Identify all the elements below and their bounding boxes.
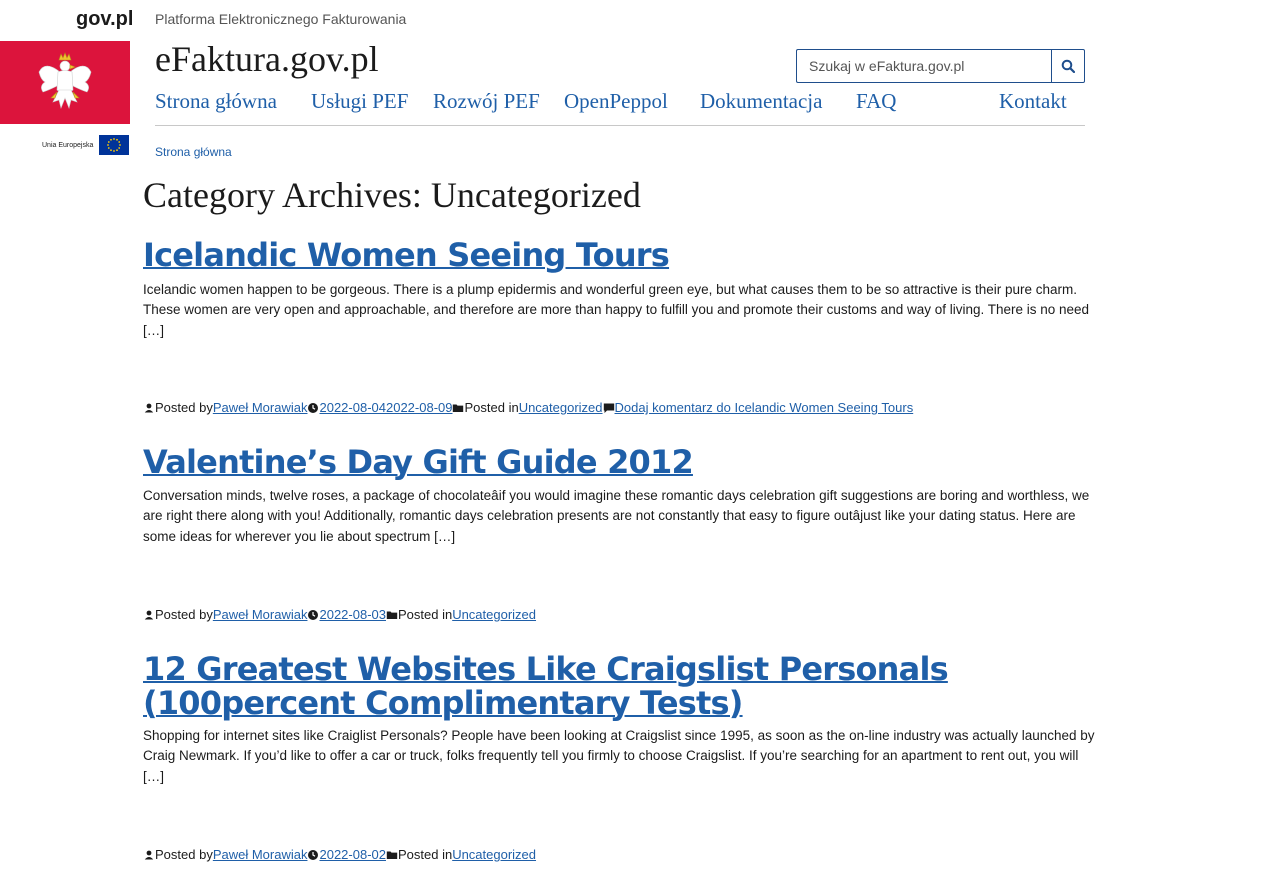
post-title: Valentine’s Day Gift Guide 2012 bbox=[143, 445, 1103, 479]
posted-by-label: Posted by bbox=[155, 400, 213, 415]
person-icon bbox=[144, 403, 154, 412]
author-link[interactable]: Paweł Morawiak bbox=[213, 607, 308, 622]
polish-emblem-logo[interactable] bbox=[0, 41, 130, 124]
search-button[interactable] bbox=[1051, 49, 1085, 83]
post-title: Icelandic Women Seeing Tours bbox=[143, 238, 1103, 272]
person-icon bbox=[144, 850, 154, 859]
eu-label: Unia Europejska bbox=[42, 141, 94, 149]
search-form bbox=[796, 49, 1085, 83]
comment-icon bbox=[603, 403, 614, 413]
date-link[interactable]: 2022-08-042022-08-09 bbox=[319, 400, 452, 415]
search-icon bbox=[1061, 59, 1075, 73]
nav-item-openpeppol[interactable]: OpenPeppol bbox=[564, 89, 668, 114]
folder-icon bbox=[453, 404, 464, 412]
nav-item-dokumentacja[interactable]: Dokumentacja bbox=[700, 89, 822, 114]
clock-icon bbox=[308, 402, 319, 413]
post-title-link[interactable]: Icelandic Women Seeing Tours bbox=[143, 236, 670, 274]
nav-item-strona-glowna[interactable]: Strona główna bbox=[155, 89, 277, 114]
posted-in-label: Posted in bbox=[397, 607, 453, 622]
eu-logo: Unia Europejska bbox=[42, 135, 130, 155]
post-meta: Posted by Paweł Morawiak 2022-08-02 Post… bbox=[143, 847, 536, 862]
breadcrumb[interactable]: Strona główna bbox=[155, 145, 232, 159]
posted-by-label: Posted by bbox=[155, 847, 213, 862]
main-navigation: Strona główna Usługi PEF Rozwój PEF Open… bbox=[155, 89, 1085, 126]
clock-icon bbox=[308, 609, 319, 620]
author-link[interactable]: Paweł Morawiak bbox=[213, 847, 308, 862]
post-excerpt: Shopping for internet sites like Craigli… bbox=[143, 728, 1095, 784]
comment-link[interactable]: Dodaj komentarz do Icelandic Women Seein… bbox=[615, 400, 914, 415]
category-link[interactable]: Uncategorized bbox=[519, 400, 603, 415]
eu-flag-icon bbox=[99, 135, 130, 155]
posted-in-label: Posted in bbox=[464, 400, 519, 415]
nav-item-uslugi-pef[interactable]: Usługi PEF bbox=[311, 89, 408, 114]
post-title-link[interactable]: 12 Greatest Websites Like Craigslist Per… bbox=[143, 650, 949, 722]
person-icon bbox=[144, 610, 154, 619]
clock-icon bbox=[308, 849, 319, 860]
date-link[interactable]: 2022-08-02 bbox=[319, 847, 386, 862]
folder-icon bbox=[386, 611, 398, 619]
page-title: Category Archives: Uncategorized bbox=[143, 175, 641, 215]
post-meta: Posted by Paweł Morawiak 2022-08-03 Post… bbox=[143, 607, 536, 622]
posted-in-label: Posted in bbox=[397, 847, 453, 862]
category-link[interactable]: Uncategorized bbox=[452, 847, 536, 862]
white-eagle-icon bbox=[38, 51, 92, 109]
posted-by-label: Posted by bbox=[155, 607, 213, 622]
nav-item-rozwoj-pef[interactable]: Rozwój PEF bbox=[433, 89, 540, 114]
site-title[interactable]: eFaktura.gov.pl bbox=[155, 38, 379, 80]
search-input[interactable] bbox=[796, 49, 1051, 83]
govpl-logo[interactable]: gov.pl bbox=[76, 8, 133, 31]
date-link[interactable]: 2022-08-03 bbox=[319, 607, 386, 622]
folder-icon bbox=[386, 851, 398, 859]
platform-name: Platforma Elektronicznego Fakturowania bbox=[155, 11, 407, 27]
post-meta: Posted by Paweł Morawiak 2022-08-042022-… bbox=[143, 400, 913, 415]
nav-item-kontakt[interactable]: Kontakt bbox=[999, 89, 1067, 114]
post-excerpt: Icelandic women happen to be gorgeous. T… bbox=[143, 282, 1090, 338]
author-link[interactable]: Paweł Morawiak bbox=[213, 400, 308, 415]
post-title-link[interactable]: Valentine’s Day Gift Guide 2012 bbox=[143, 443, 694, 481]
post-excerpt: Conversation minds, twelve roses, a pack… bbox=[143, 488, 1090, 544]
nav-item-faq[interactable]: FAQ bbox=[856, 89, 896, 114]
post-title: 12 Greatest Websites Like Craigslist Per… bbox=[143, 652, 1103, 720]
category-link[interactable]: Uncategorized bbox=[452, 607, 536, 622]
